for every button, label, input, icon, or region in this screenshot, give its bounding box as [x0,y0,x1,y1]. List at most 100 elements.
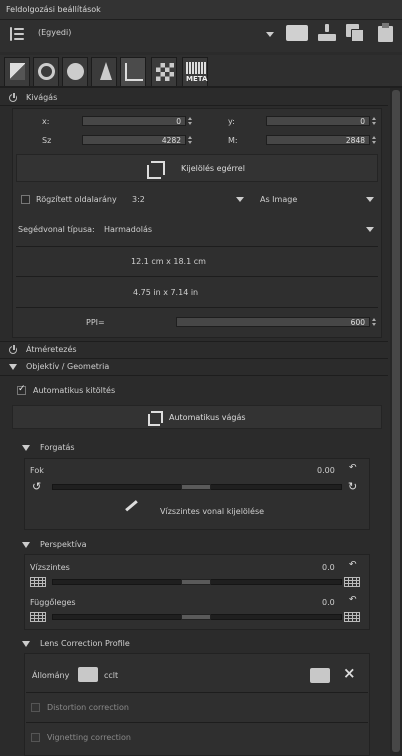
color-icon [67,63,84,80]
paste-icon[interactable] [376,23,396,42]
vertical-value: 0.0 [322,598,335,607]
ratio-value: 3:2 [132,195,145,204]
raw-icon [156,63,174,81]
tab-wavelet[interactable] [91,57,117,86]
vertical-reset-icon[interactable]: ↶ [349,595,357,605]
x-input[interactable]: 0 [82,116,186,126]
chevron-down-icon [366,197,374,202]
perspective-right-icon[interactable] [344,577,360,587]
home-folder-icon[interactable] [78,667,98,682]
perspective-top-icon[interactable] [30,612,46,622]
horizontal-reset-icon[interactable]: ↶ [349,560,357,570]
y-input[interactable]: 0 [266,116,370,126]
autofill-checkbox[interactable] [17,384,26,395]
vertical-slider-knob[interactable] [181,614,211,620]
width-input[interactable]: 4282 [82,135,186,145]
perspective-left-icon[interactable] [30,577,46,587]
horizontal-slider[interactable] [52,579,342,585]
select-crop-button[interactable]: Kijelölés egérrel [16,154,378,182]
wavelet-icon [100,62,112,80]
select-crop-label: Kijelölés egérrel [181,164,245,173]
ppi-label: PPI= [86,318,105,327]
distortion-checkbox[interactable] [31,703,40,712]
lcp-file-label: Állomány [32,671,70,680]
profile-select[interactable]: (Egyedi) [34,24,278,44]
degree-value: 0.00 [317,466,335,475]
tab-color[interactable] [62,57,88,86]
profile-select-value: (Egyedi) [38,28,72,37]
height-input[interactable]: 2848 [266,135,370,145]
tab-exposure[interactable] [4,57,30,86]
expand-triangle-icon[interactable] [22,542,30,548]
y-label: y: [228,117,235,126]
rotate-left-icon[interactable]: ↺ [32,480,41,493]
crop-section-title[interactable]: Kivágás [26,93,57,102]
geometry-section-title[interactable]: Objektív / Geometria [26,362,109,371]
ppi-input[interactable]: 600 [176,317,370,327]
perspective-section-title[interactable]: Perspektíva [40,540,87,549]
size-in-text: 4.75 in x 7.14 in [133,288,199,297]
rotate-section-title[interactable]: Forgatás [40,443,75,452]
horizontal-value: 0.0 [322,563,335,572]
crop-enable-power-icon[interactable] [9,92,17,102]
panel-header: Feldolgozási beállítások [0,0,402,20]
tool-tabs: META [0,55,402,88]
degree-slider-knob[interactable] [181,484,211,490]
fixed-ratio-checkbox[interactable] [21,195,30,204]
clear-close-icon[interactable]: × [343,664,356,682]
transform-icon [125,63,143,81]
profile-toolbar: (Egyedi) [0,20,402,52]
perspective-bottom-icon[interactable] [344,612,360,622]
scrollbar-thumb[interactable] [392,90,400,752]
tab-detail[interactable] [33,57,59,86]
tab-raw[interactable] [151,57,177,86]
tab-transform[interactable] [120,57,146,86]
ratio-select[interactable]: 3:2 [130,192,248,206]
copy-icon[interactable] [346,24,366,42]
rotate-right-icon[interactable]: ↻ [348,480,357,493]
horizontal-slider-knob[interactable] [181,579,211,585]
panel-title: Feldolgozási beállítások [6,5,101,14]
y-spinner[interactable] [371,116,377,126]
select-straight-label: Vízszintes vonal kijelölése [160,507,265,516]
exposure-icon [10,63,25,80]
guide-type-select[interactable]: Harmadolás [100,221,378,237]
orientation-select[interactable]: As Image [258,192,378,206]
lcp-file-value: cclt [104,671,119,680]
list-icon[interactable] [10,27,24,41]
barcode-icon [186,62,206,74]
guide-type-value: Harmadolás [104,225,153,234]
degree-slider[interactable] [52,484,342,490]
chevron-down-icon [366,227,374,232]
expand-triangle-icon[interactable] [22,445,30,451]
ppi-spinner[interactable] [371,317,377,327]
detail-icon [38,63,55,80]
degree-reset-icon[interactable]: ↶ [349,463,357,473]
meta-label: META [186,75,208,83]
expand-triangle-icon[interactable] [22,641,30,647]
open-folder-icon[interactable] [286,25,308,41]
fixed-ratio-label: Rögzített oldalarány [36,195,117,204]
save-icon[interactable] [316,24,338,42]
height-spinner[interactable] [371,135,377,145]
chevron-down-icon [266,32,274,37]
width-spinner[interactable] [187,135,193,145]
vertical-label: Függőleges [30,598,76,607]
vertical-slider[interactable] [52,614,342,620]
resize-enable-power-icon[interactable] [9,344,17,354]
orientation-value: As Image [260,195,298,204]
resize-section-title[interactable]: Átméretezés [26,345,77,354]
autocrop-button[interactable]: Automatikus vágás [12,405,382,429]
select-straight-button[interactable]: Vízszintes vonal kijelölése [26,500,368,522]
expand-triangle-icon[interactable] [9,364,17,370]
distortion-label: Distortion correction [47,703,129,712]
chevron-down-icon [236,197,244,202]
x-spinner[interactable] [187,116,193,126]
open-folder-icon[interactable] [310,668,330,683]
lcp-section-title[interactable]: Lens Correction Profile [40,639,130,648]
tab-meta[interactable]: META [182,57,208,86]
horizontal-label: Vízszintes [30,563,70,572]
height-label: M: [228,136,238,145]
degree-label: Fok [30,466,44,475]
vignetting-checkbox[interactable] [31,733,40,742]
